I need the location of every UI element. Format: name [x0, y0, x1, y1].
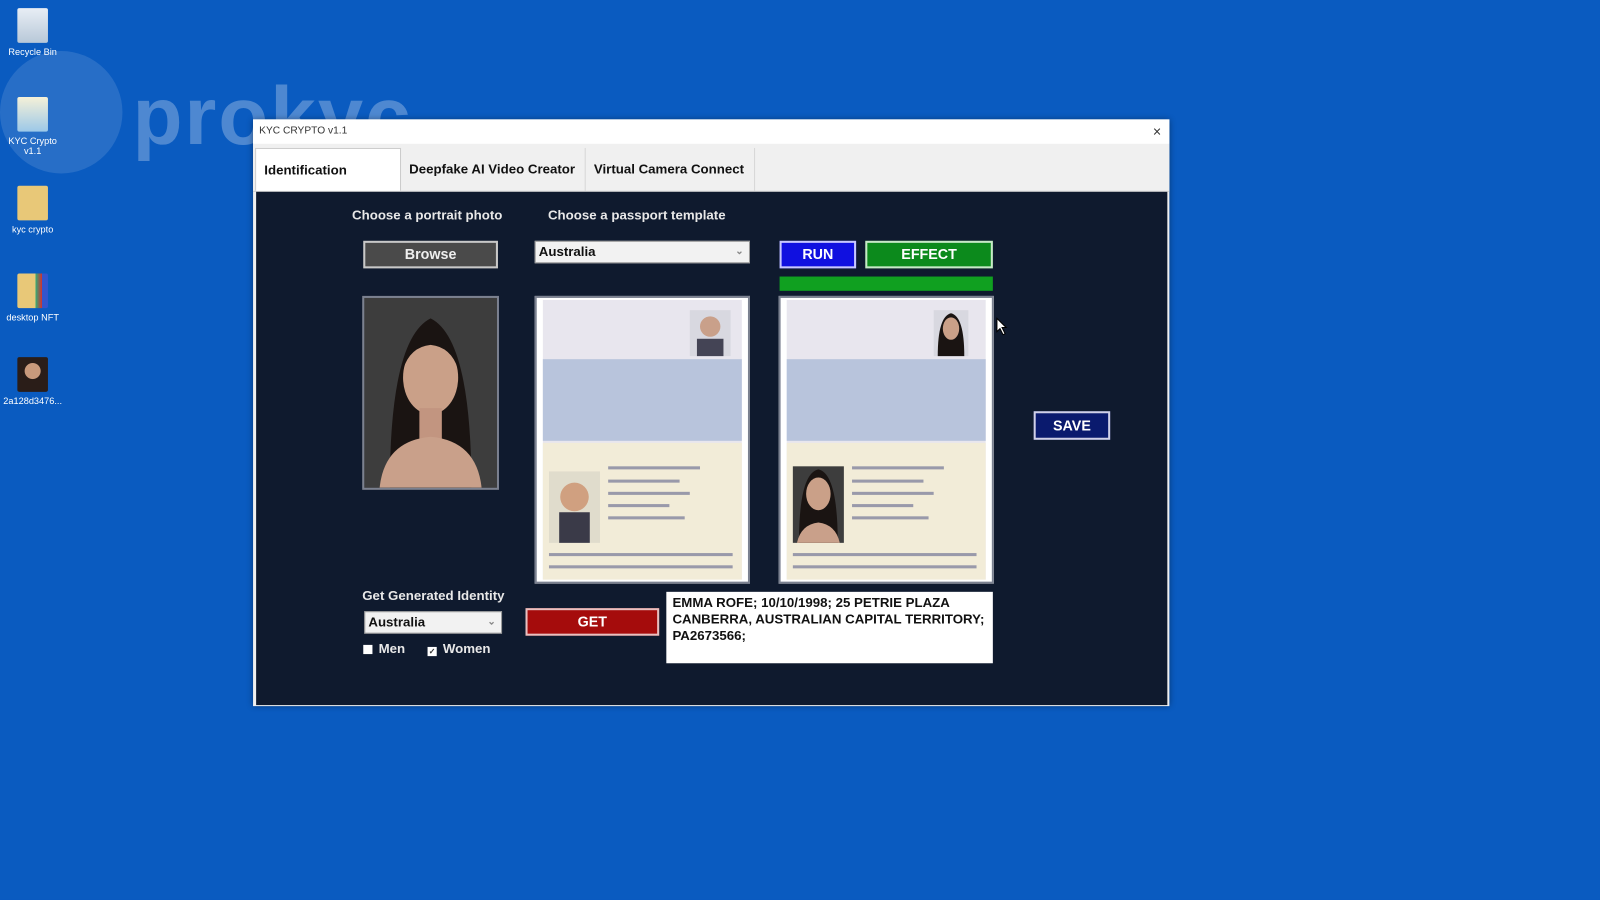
close-icon[interactable]: × — [1153, 119, 1161, 143]
folder-icon — [17, 273, 48, 309]
women-checkbox[interactable]: ✓ Women — [427, 641, 491, 657]
effect-button[interactable]: EFFECT — [865, 240, 993, 269]
kyc-crypto-window: KYC CRYPTO v1.1 × Identification Creator… — [253, 119, 1170, 707]
window-title: KYC CRYPTO v1.1 — [259, 125, 348, 137]
mouse-cursor-icon — [996, 317, 1008, 336]
desktop-icon-image-file[interactable]: 2a128d3476... — [2, 357, 63, 406]
generated-passport-preview — [778, 295, 994, 584]
passport-template-select[interactable]: Australia ⌄ — [534, 240, 750, 264]
identity-label: Get Generated Identity — [362, 587, 505, 604]
chevron-down-icon: ⌄ — [487, 616, 496, 628]
tab-deepfake-video-creator[interactable]: Deepfake AI Video Creator — [401, 147, 586, 191]
output-line: CANBERRA, AUSTRALIAN CAPITAL TERRITORY; — [672, 611, 985, 627]
desktop: prokyc Recycle Bin KYC Crypto v1.1 kyc c… — [0, 0, 1600, 900]
desktop-icon-desktop-nft[interactable]: desktop NFT — [2, 273, 63, 322]
tab-bar: Identification Creator Deepfake AI Video… — [253, 143, 1170, 220]
run-button[interactable]: RUN — [779, 240, 857, 269]
portrait-label: Choose a portrait photo — [352, 207, 503, 223]
desktop-icon-kyc-crypto-app[interactable]: KYC Crypto v1.1 — [2, 96, 63, 156]
folder-icon — [17, 185, 48, 221]
desktop-icon-kyc-crypto-folder[interactable]: kyc crypto — [2, 185, 63, 235]
identity-output-text[interactable]: EMMA ROFE; 10/10/1998; 25 PETRIE PLAZA C… — [666, 591, 993, 664]
progress-fill — [779, 276, 993, 291]
tab-identification-creator[interactable]: Identification Creator — [255, 147, 402, 220]
passport-template-image — [542, 299, 742, 580]
identity-select-value: Australia — [368, 614, 426, 630]
desktop-icon-recycle-bin[interactable]: Recycle Bin — [2, 8, 63, 57]
checkbox-icon — [363, 644, 373, 655]
portrait-image — [364, 297, 497, 488]
tab-virtual-camera-connect[interactable]: Virtual Camera Connect — [586, 147, 756, 191]
progress-bar — [779, 276, 993, 291]
image-file-icon — [17, 357, 48, 392]
get-button[interactable]: GET — [525, 608, 660, 636]
men-checkbox[interactable]: Men — [363, 641, 405, 656]
title-bar: KYC CRYPTO v1.1 × — [253, 119, 1170, 144]
template-select-value: Australia — [538, 243, 596, 260]
checkbox-checked-icon: ✓ — [427, 646, 437, 657]
passport-template-preview — [534, 295, 750, 584]
save-button[interactable]: SAVE — [1033, 411, 1111, 440]
chevron-down-icon: ⌄ — [735, 245, 744, 258]
identification-creator-panel: Choose a portrait photo Choose a passpor… — [256, 191, 1168, 706]
output-line: PA2673566; — [672, 627, 746, 643]
identity-country-select[interactable]: Australia ⌄ — [364, 611, 503, 634]
app-icon — [17, 96, 48, 132]
browse-button[interactable]: Browse — [363, 240, 498, 269]
template-label: Choose a passport template — [547, 207, 726, 223]
recycle-bin-icon — [17, 8, 48, 43]
portrait-photo — [362, 295, 499, 490]
output-line: EMMA ROFE; 10/10/1998; 25 PETRIE PLAZA — [672, 594, 950, 611]
generated-passport-image — [786, 299, 986, 580]
